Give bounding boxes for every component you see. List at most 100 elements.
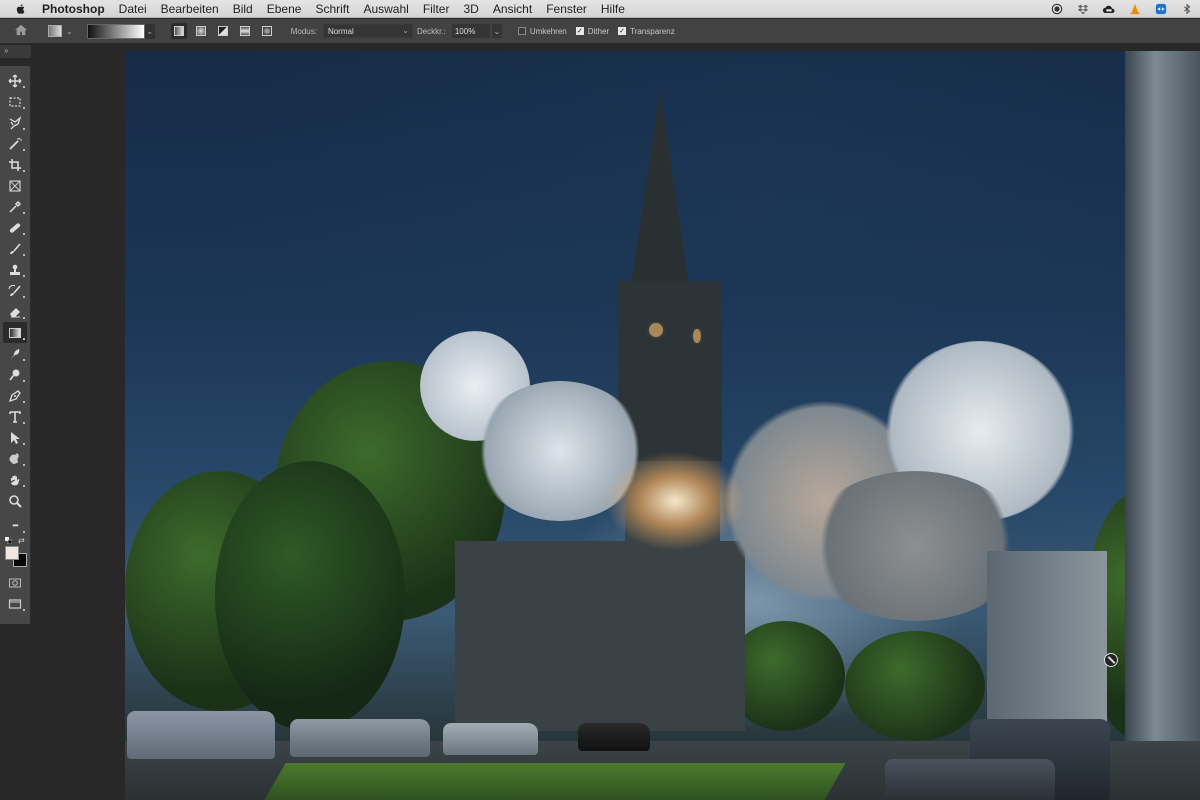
edit-toolbar-button[interactable]: ••• (3, 515, 27, 536)
apple-menu-icon[interactable] (14, 2, 28, 16)
menu-auswahl[interactable]: Auswahl (363, 2, 408, 16)
screen-mode-icon (8, 598, 22, 609)
teamviewer-icon[interactable] (1154, 2, 1168, 16)
clone-stamp-tool[interactable] (3, 259, 27, 280)
document-canvas[interactable] (125, 51, 1200, 800)
transparency-checkbox[interactable]: ✓ Transparenz (618, 27, 675, 36)
panel-collapse-button[interactable]: » (0, 45, 31, 58)
smudge-tool[interactable] (3, 343, 27, 364)
magic-wand-icon (9, 137, 22, 150)
bluetooth-icon[interactable] (1180, 2, 1194, 16)
gradient-editor-swatch[interactable] (86, 23, 145, 39)
menu-datei[interactable]: Datei (119, 2, 147, 16)
gradient-icon (9, 327, 21, 338)
tree (845, 631, 985, 741)
dropbox-icon[interactable] (1076, 2, 1090, 16)
parked-car (127, 711, 275, 759)
radial-gradient-button[interactable] (193, 23, 209, 39)
menu-schrift[interactable]: Schrift (315, 2, 349, 16)
tool-preset-chevron-icon[interactable]: ⌄ (66, 27, 73, 36)
parked-car (290, 719, 430, 757)
angle-gradient-button[interactable] (215, 23, 231, 39)
gradient-picker-chevron-icon[interactable]: ⌄ (144, 23, 155, 39)
mode-label: Modus: (290, 26, 317, 36)
dither-checkbox[interactable]: ✓ Dither (575, 27, 609, 36)
opacity-slider-chevron-icon[interactable]: ⌄ (491, 24, 502, 38)
shape-blob-icon (9, 452, 19, 464)
mode-value: Normal (327, 26, 354, 36)
options-bar: ⌄ ⌄ Modus: Normal ⌄ Deckkr.: 100% ⌄ Umke… (0, 19, 1200, 44)
record-icon[interactable] (1050, 2, 1064, 16)
brush-tool[interactable] (3, 238, 27, 259)
opacity-input[interactable]: 100% (451, 24, 490, 38)
eraser-tool[interactable] (3, 301, 27, 322)
pen-tool[interactable] (3, 385, 27, 406)
creative-cloud-icon[interactable] (1102, 2, 1116, 16)
menu-3d[interactable]: 3D (463, 2, 478, 16)
menu-fenster[interactable]: Fenster (546, 2, 587, 16)
bandage-icon (9, 222, 21, 233)
quick-mask-button[interactable] (3, 572, 27, 593)
screen-mode-button[interactable] (3, 593, 27, 614)
foreground-color-swatch[interactable] (5, 546, 19, 560)
church-spire (630, 91, 690, 291)
brush-icon (10, 242, 21, 254)
lasso-tool[interactable] (3, 112, 27, 133)
magnifier-icon (9, 494, 22, 508)
magic-wand-tool[interactable] (3, 133, 27, 154)
default-colors-icon[interactable] (5, 537, 12, 544)
clock-face (647, 321, 665, 339)
menu-ebene[interactable]: Ebene (267, 2, 302, 16)
menu-hilfe[interactable]: Hilfe (601, 2, 625, 16)
menu-ansicht[interactable]: Ansicht (493, 2, 532, 16)
menu-bild[interactable]: Bild (233, 2, 253, 16)
marquee-icon (9, 96, 21, 107)
mode-select[interactable]: Normal ⌄ (322, 24, 413, 38)
diamond-gradient-button[interactable] (259, 23, 275, 39)
marquee-tool[interactable] (3, 91, 27, 112)
frame-icon (9, 179, 21, 192)
hand-tool[interactable] (3, 469, 27, 490)
linear-gradient-button[interactable] (170, 23, 187, 39)
transparency-label: Transparenz (630, 26, 675, 36)
zoom-tool[interactable] (3, 490, 27, 511)
type-tool[interactable] (3, 406, 27, 427)
eyedropper-tool[interactable] (3, 196, 27, 217)
crop-icon (9, 158, 21, 171)
custom-shape-tool[interactable] (3, 448, 27, 469)
frame-tool[interactable] (3, 175, 27, 196)
swap-colors-icon[interactable]: ⇄ (18, 536, 25, 545)
parked-car (885, 759, 1055, 800)
gradient-tool[interactable] (3, 322, 27, 343)
tree (215, 461, 405, 731)
crop-tool[interactable] (3, 154, 27, 175)
move-tool[interactable] (3, 70, 27, 91)
history-brush-tool[interactable] (3, 280, 27, 301)
menu-photoshop[interactable]: Photoshop (42, 2, 105, 16)
menu-bearbeiten[interactable]: Bearbeiten (161, 2, 219, 16)
quick-mask-icon (9, 578, 21, 587)
reverse-checkbox-box[interactable] (517, 27, 526, 35)
vlc-icon[interactable] (1128, 2, 1142, 16)
hand-icon (11, 475, 20, 485)
stamp-icon (10, 264, 20, 275)
parked-car (578, 723, 650, 751)
type-icon (9, 410, 21, 423)
pen-icon (8, 389, 21, 402)
menu-filter[interactable]: Filter (423, 2, 450, 16)
dodge-tool[interactable] (3, 364, 27, 385)
mode-chevron-icon: ⌄ (402, 26, 409, 35)
menu-extras (1050, 0, 1194, 18)
apartment-building (987, 551, 1107, 731)
not-allowed-cursor-icon (1104, 653, 1118, 667)
path-selection-tool[interactable] (3, 427, 27, 448)
tools-panel: ••• ⇄ (0, 66, 31, 624)
tool-preset-picker[interactable] (48, 25, 62, 37)
clock-face (691, 327, 703, 345)
reflected-gradient-button[interactable] (237, 23, 253, 39)
home-icon[interactable] (14, 24, 30, 38)
dither-checkbox-box[interactable]: ✓ (575, 27, 584, 35)
healing-brush-tool[interactable] (3, 217, 27, 238)
reverse-checkbox[interactable]: Umkehren (517, 27, 567, 36)
transparency-checkbox-box[interactable]: ✓ (618, 27, 627, 35)
